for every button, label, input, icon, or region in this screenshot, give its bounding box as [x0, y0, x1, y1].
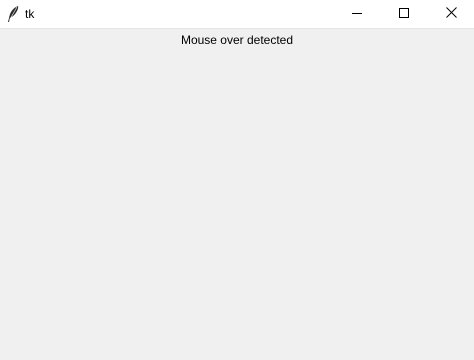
title-bar[interactable]: tk [0, 0, 474, 29]
maximize-button[interactable] [381, 0, 427, 28]
close-button[interactable] [428, 0, 474, 28]
feather-icon [6, 5, 20, 23]
minimize-icon [352, 5, 362, 23]
client-area[interactable]: Mouse over detected [0, 29, 474, 360]
minimize-button[interactable] [334, 0, 380, 28]
maximize-icon [399, 5, 409, 23]
window-title: tk [25, 7, 35, 21]
close-icon [445, 5, 457, 23]
status-label: Mouse over detected [180, 33, 294, 47]
app-window: tk Mouse over detected [0, 0, 474, 360]
